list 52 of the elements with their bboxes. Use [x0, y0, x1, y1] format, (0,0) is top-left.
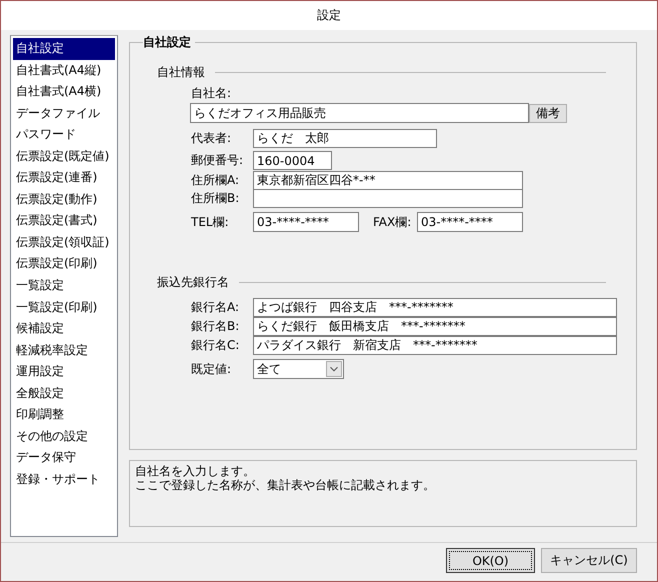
sidebar-item[interactable]: 印刷調整: [13, 404, 115, 426]
sidebar-item[interactable]: 全般設定: [13, 382, 115, 404]
field-label: 銀行名C:: [191, 337, 240, 354]
group-title: 自社設定: [143, 35, 195, 50]
sidebar-item[interactable]: 軽減税率設定: [13, 340, 115, 362]
bank-field[interactable]: らくだ銀行 飯田橋支店 ***-*******: [253, 317, 617, 336]
company-name-field[interactable]: らくだオフィス用品販売: [190, 103, 529, 123]
sidebar-item[interactable]: 伝票設定(既定値): [13, 146, 115, 168]
sidebar-item[interactable]: 自社書式(A4縦): [13, 60, 115, 82]
field-label: 銀行名B:: [191, 318, 240, 335]
sidebar-item[interactable]: 一覧設定(印刷): [13, 296, 115, 318]
sidebar-item[interactable]: 候補設定: [13, 318, 115, 340]
bank-field[interactable]: よつば銀行 四谷支店 ***-*******: [253, 298, 617, 317]
window-title: 設定: [1, 1, 657, 30]
sidebar-item[interactable]: 伝票設定(動作): [13, 188, 115, 210]
sidebar-item[interactable]: データ保守: [13, 447, 115, 469]
phone-field[interactable]: 03-****-****: [253, 212, 359, 232]
field-label: 住所欄B:: [191, 190, 240, 207]
field-label: 銀行名A:: [191, 299, 240, 316]
field-label: 郵便番号:: [191, 152, 244, 169]
sidebar-item[interactable]: 一覧設定: [13, 275, 115, 297]
input-field[interactable]: らくだ 太郎: [253, 129, 437, 148]
ok-button[interactable]: OK(O): [446, 548, 535, 573]
section-heading: 振込先銀行名: [157, 274, 229, 290]
sidebar-item[interactable]: 伝票設定(領収証): [13, 232, 115, 254]
field-label: 既定値:: [191, 360, 232, 378]
sidebar-item[interactable]: 自社設定: [13, 38, 115, 60]
sidebar-item[interactable]: 伝票設定(書式): [13, 210, 115, 232]
sidebar-item[interactable]: パスワード: [13, 124, 115, 146]
section-heading: 自社情報: [157, 64, 205, 80]
input-field[interactable]: 160-0004: [253, 151, 332, 170]
input-field[interactable]: [253, 189, 523, 208]
sidebar-item[interactable]: 伝票設定(連番): [13, 167, 115, 189]
sidebar-item[interactable]: データファイル: [13, 102, 115, 124]
field-label: 住所欄A:: [191, 172, 240, 189]
input-field[interactable]: 東京都新宿区四谷*-**: [253, 171, 523, 190]
sidebar-item[interactable]: 自社書式(A4横): [13, 81, 115, 103]
field-label: FAX欄:: [373, 214, 412, 230]
field-label: 代表者:: [191, 130, 232, 147]
sidebar-item[interactable]: 登録・サポート: [13, 468, 115, 490]
sidebar-item[interactable]: その他の設定: [13, 426, 115, 448]
field-label: TEL欄:: [191, 214, 230, 230]
cancel-button[interactable]: キャンセル(C): [541, 548, 637, 573]
field-label: 自社名:: [191, 85, 232, 102]
notes-button[interactable]: 備考: [529, 104, 567, 122]
fax-field[interactable]: 03-****-****: [417, 212, 523, 232]
default-dropdown[interactable]: 全て: [253, 359, 344, 379]
bank-field[interactable]: パラダイス銀行 新宿支店 ***-*******: [253, 336, 617, 355]
sidebar-item[interactable]: 伝票設定(印刷): [13, 253, 115, 276]
sidebar-item[interactable]: 運用設定: [13, 361, 115, 383]
help-text: 自社名を入力します。 ここで登録した名称が、集計表や台帳に記載されます。: [129, 460, 637, 527]
chevron-down-icon: [326, 361, 342, 377]
